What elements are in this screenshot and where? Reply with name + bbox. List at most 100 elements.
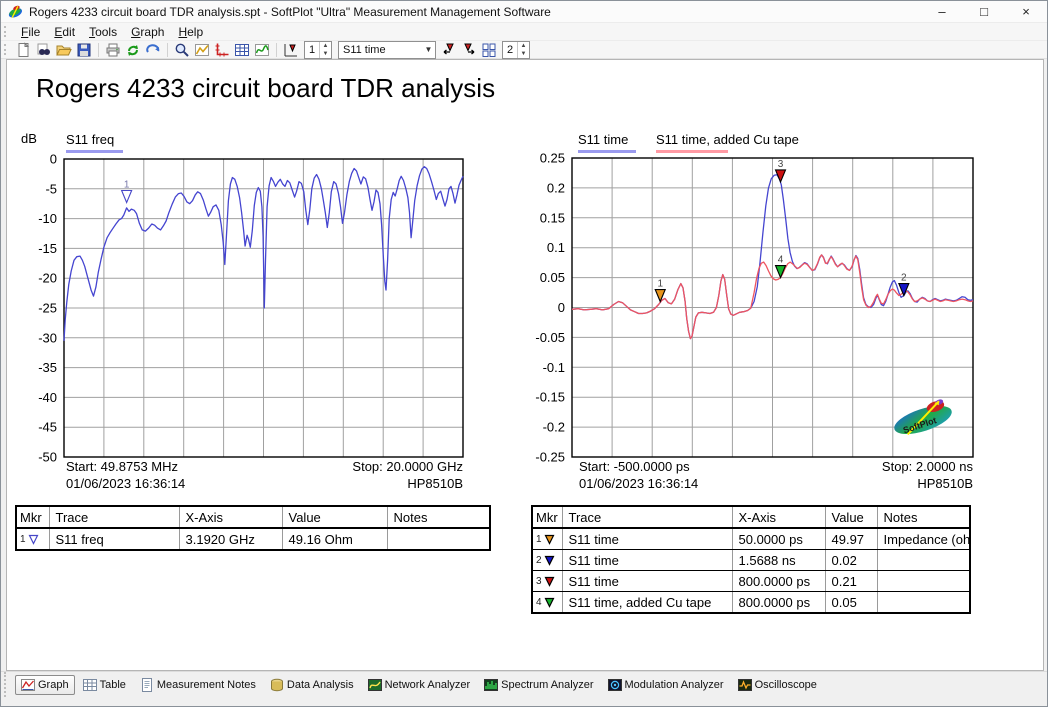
tab-graph[interactable]: Graph [15,675,75,695]
axes-icon[interactable] [213,42,231,58]
svg-text:-25: -25 [38,301,57,316]
modulation-analyzer-icon [608,678,622,692]
print-icon[interactable] [104,42,122,58]
document-area: Rogers 4233 circuit board TDR analysis d… [6,59,1044,671]
menu-file[interactable]: File [14,24,47,40]
marker-view-icon[interactable] [282,42,300,58]
menu-bar: File Edit Tools Graph Help [1,23,1047,41]
network-analyzer-icon [368,678,382,692]
tab-measurement-notes[interactable]: Measurement Notes [134,675,262,695]
right-chart-start-label: Start: -500.0000 ps [579,459,690,474]
menu-graph[interactable]: Graph [124,24,171,40]
tab-label: Data Analysis [287,679,354,691]
softplot-watermark-logo: SoftPlot [884,395,962,450]
marker-number: 1 [536,534,542,545]
marker-table-row[interactable]: 4S11 time, added Cu tape800.0000 ps0.05 [532,592,970,614]
refresh-icon[interactable] [124,42,142,58]
tile-windows-icon[interactable] [480,42,498,58]
chevron-down-icon: ▼ [422,45,435,54]
column-header: X-Axis [732,506,825,528]
marker-4-label: 4 [778,255,784,266]
notes-cell [387,528,490,550]
title-bar: Rogers 4233 circuit board TDR analysis.s… [1,1,1047,23]
marker-glyph-icon [544,597,555,608]
tab-oscilloscope[interactable]: Oscilloscope [732,675,823,695]
menu-edit[interactable]: Edit [47,24,82,40]
maximize-button[interactable]: □ [963,1,1005,22]
marker-number: 3 [536,576,542,587]
left-chart-y-unit: dB [21,131,37,146]
marker-3-label: 3 [778,159,784,170]
svg-text:-0.05: -0.05 [535,330,565,345]
svg-text:-5: -5 [45,181,57,196]
table-grid-icon[interactable] [233,42,251,58]
graph-number-spinner[interactable]: 2 ▲▼ [502,41,530,59]
tab-spectrum-analyzer[interactable]: Spectrum Analyzer [478,675,599,695]
column-header: Value [825,506,877,528]
marker-cell: 1 [16,528,49,550]
marker-1-label: 1 [657,279,663,290]
trace-select-dropdown[interactable]: S11 time ▼ [338,41,436,59]
column-header: Notes [387,506,490,528]
value-cell: 0.02 [825,550,877,571]
value-cell: 0.21 [825,571,877,592]
trace-icon[interactable] [253,42,271,58]
next-marker-icon[interactable] [460,42,478,58]
left-chart-plot: 0-5-10-15-20-25-30-35-40-45-501 [19,151,481,463]
marker-2-label: 2 [901,273,907,284]
svg-text:-15: -15 [38,241,57,256]
menu-help[interactable]: Help [171,24,210,40]
autoscale-icon[interactable] [193,42,211,58]
marker-glyph-icon [28,534,39,545]
svg-text:-45: -45 [38,420,57,435]
trace-number-value: 1 [305,42,319,58]
window-controls: – □ × [921,1,1047,22]
marker-table-row[interactable]: 3 S11 time800.0000 ps0.21 [532,571,970,592]
svg-text:-20: -20 [38,271,57,286]
trace-cell: S11 time [562,528,732,550]
x-axis-cell: 800.0000 ps [732,571,825,592]
svg-text:0: 0 [50,152,57,167]
spin-up-icon: ▲ [320,42,331,50]
spinner-arrows[interactable]: ▲▼ [517,42,529,58]
marker-table-row[interactable]: 1S11 freq3.1920 GHz49.16 Ohm [16,528,490,550]
new-file-icon[interactable] [15,42,33,58]
tab-label: Measurement Notes [157,679,256,691]
rotate-icon[interactable] [144,42,162,58]
spin-up-icon: ▲ [518,42,529,50]
tab-modulation-analyzer[interactable]: Modulation Analyzer [602,675,730,695]
svg-text:-50: -50 [38,450,57,464]
spin-down-icon: ▼ [320,50,331,58]
tab-label: Graph [38,679,69,691]
close-button[interactable]: × [1005,1,1047,22]
marker-cell: 3 [532,571,562,592]
right-chart-instrument: HP8510B [917,476,973,491]
marker-table-row[interactable]: 2S11 time1.5688 ns0.02 [532,550,970,571]
left-chart-stop-label: Stop: 20.0000 GHz [352,459,463,474]
tab-table[interactable]: Table [77,675,132,695]
prev-marker-icon[interactable] [440,42,458,58]
trace-cell: S11 time [562,571,732,592]
zoom-icon[interactable] [173,42,191,58]
marker-1[interactable] [122,191,132,203]
right-chart-x-labels: Start: -500.0000 ps Stop: 2.0000 ns [579,459,973,474]
find-icon[interactable] [35,42,53,58]
tab-network-analyzer[interactable]: Network Analyzer [362,675,477,695]
tab-data-analysis[interactable]: Data Analysis [264,675,360,695]
save-icon[interactable] [75,42,93,58]
open-folder-icon[interactable] [55,42,73,58]
marker-2[interactable] [899,284,909,296]
notes-cell [877,571,970,592]
left-marker-table: MkrTraceX-AxisValueNotes 1S11 freq3.1920… [15,505,491,551]
minimize-button[interactable]: – [921,1,963,22]
left-chart-instrument: HP8510B [407,476,463,491]
svg-text:-35: -35 [38,360,57,375]
tabbar-gripper [4,672,10,697]
menu-tools[interactable]: Tools [82,24,124,40]
marker-cell: 4 [532,592,562,614]
spinner-arrows[interactable]: ▲▼ [319,42,331,58]
left-chart-timestamp: 01/06/2023 16:36:14 [66,476,185,491]
marker-table-row[interactable]: 1S11 time50.0000 ps49.97Impedance (ohms) [532,528,970,550]
trace-number-spinner[interactable]: 1 ▲▼ [304,41,332,59]
marker-number: 2 [536,555,542,566]
